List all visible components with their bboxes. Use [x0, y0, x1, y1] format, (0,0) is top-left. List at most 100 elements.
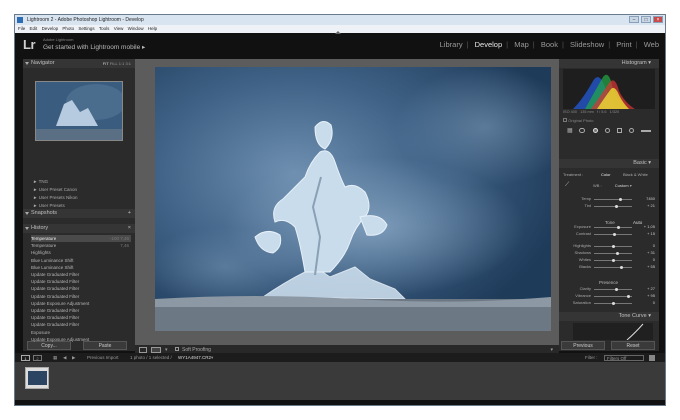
history-item[interactable]: Update Exposure Adjustment	[31, 300, 131, 307]
menu-window[interactable]: Window	[128, 26, 144, 31]
module-library[interactable]: Library	[440, 40, 463, 49]
white-balance-selector-icon[interactable]: ⟋	[565, 182, 569, 189]
grid-overlay-icon[interactable]: ▦	[567, 127, 573, 134]
preset-item[interactable]: ► User Presets	[33, 203, 65, 208]
menu-help[interactable]: Help	[148, 26, 157, 31]
auto-tone-button[interactable]: Auto	[633, 220, 642, 225]
preset-item[interactable]: ► User Preset Canon	[33, 187, 77, 192]
slider-value[interactable]: 0	[653, 300, 655, 305]
filter-dropdown[interactable]: Filters Off	[604, 355, 644, 361]
forward-arrow-icon[interactable]: ▶	[72, 353, 75, 362]
slider-value[interactable]: + 21	[647, 203, 655, 208]
spot-removal-icon[interactable]	[593, 128, 598, 133]
photo-preview[interactable]	[155, 67, 551, 331]
tone-curve-graph[interactable]	[573, 323, 653, 341]
history-item[interactable]: Blue Luminance Shift	[31, 264, 131, 271]
filmstrip-source[interactable]: Previous Import	[87, 353, 119, 362]
histogram-header[interactable]: Histogram ▾	[559, 59, 659, 68]
slider-track[interactable]	[594, 253, 632, 254]
slider-knob[interactable]	[615, 205, 619, 208]
module-print[interactable]: Print	[616, 40, 631, 49]
radial-filter-icon[interactable]	[629, 128, 634, 133]
history-item[interactable]: Temperature 7,46	[31, 242, 131, 249]
menu-develop[interactable]: Develop	[42, 26, 59, 31]
zoom-fill[interactable]: FILL	[110, 61, 118, 66]
slider-value[interactable]: + 95	[647, 293, 655, 298]
menu-tools[interactable]: Tools	[99, 26, 110, 31]
history-item[interactable]: Update Graduated Filter	[31, 321, 131, 328]
history-item[interactable]: Temperature -100 7,46	[31, 235, 131, 242]
history-item[interactable]: Update Graduated Filter	[31, 307, 131, 314]
slider-track[interactable]	[594, 289, 632, 290]
slider-knob[interactable]	[611, 245, 615, 248]
slider-value[interactable]: + 31	[647, 250, 655, 255]
menu-edit[interactable]: Edit	[30, 26, 38, 31]
slider-knob[interactable]	[615, 288, 619, 291]
maximize-button[interactable]: □	[641, 16, 651, 23]
window-1-button[interactable]: 1	[21, 355, 30, 361]
filter-lock-icon[interactable]	[649, 355, 655, 361]
zoom-1-1[interactable]: 1:1	[119, 61, 125, 66]
tone-curve-header[interactable]: Tone Curve ▾	[559, 312, 659, 321]
slider-value[interactable]: + 55	[647, 264, 655, 269]
window-2-button[interactable]: 2	[33, 355, 42, 361]
clear-history-button[interactable]: ×	[128, 224, 131, 233]
slider-value[interactable]: 0	[653, 257, 655, 262]
module-web[interactable]: Web	[644, 40, 659, 49]
navigator-header[interactable]: Navigator FIT FILL 1:1 3:1	[23, 59, 135, 68]
basic-header[interactable]: Basic ▾	[559, 159, 659, 168]
module-map[interactable]: Map	[514, 40, 529, 49]
history-item[interactable]: Update Graduated Filter	[31, 314, 131, 321]
slider-track[interactable]	[594, 267, 632, 268]
red-eye-icon[interactable]	[605, 128, 610, 133]
slider-knob[interactable]	[611, 302, 615, 305]
crop-tool-icon[interactable]	[579, 128, 585, 133]
slider-knob[interactable]	[613, 233, 617, 236]
menu-view[interactable]: View	[114, 26, 124, 31]
wb-dropdown[interactable]: Custom	[615, 183, 629, 188]
module-develop[interactable]: Develop	[475, 40, 503, 49]
treatment-color[interactable]: Color	[601, 172, 611, 177]
history-item[interactable]: Update Exposure Adjustment	[31, 336, 131, 343]
original-photo-toggle[interactable]: Original Photo	[563, 118, 593, 123]
grid-view-icon[interactable]: ▦	[53, 353, 57, 362]
menu-photo[interactable]: Photo	[62, 26, 74, 31]
zoom-3-1[interactable]: 3:1	[125, 61, 131, 66]
history-item[interactable]: Update Graduated Filter	[31, 278, 131, 285]
module-slideshow[interactable]: Slideshow	[570, 40, 604, 49]
history-item[interactable]: Update Graduated Filter	[31, 293, 131, 300]
menu-file[interactable]: File	[18, 26, 25, 31]
history-item[interactable]: Update Graduated Filter	[31, 285, 131, 292]
history-item[interactable]: Update Graduated Filter	[31, 271, 131, 278]
menu-settings[interactable]: Settings	[78, 26, 94, 31]
slider-value[interactable]: 7450	[646, 196, 655, 201]
snapshots-header[interactable]: Snapshots +	[23, 209, 135, 218]
lightroom-mobile-link[interactable]: Get started with Lightroom mobile ▸	[43, 43, 145, 51]
slider-value[interactable]: + 27	[647, 286, 655, 291]
slider-knob[interactable]	[619, 266, 623, 269]
slider-value[interactable]: + 1,05	[644, 224, 655, 229]
filmstrip-thumbnail[interactable]	[25, 367, 49, 389]
slider-value[interactable]: + 15	[647, 231, 655, 236]
previous-button[interactable]: Previous	[561, 341, 605, 350]
add-snapshot-button[interactable]: +	[128, 209, 131, 218]
navigator-preview[interactable]	[35, 81, 126, 141]
preset-item[interactable]: ► TNG	[33, 179, 48, 184]
adjustment-brush-icon[interactable]	[641, 130, 651, 132]
history-item[interactable]: Exposure	[31, 329, 131, 336]
treatment-bw[interactable]: Black & White	[623, 172, 648, 177]
graduated-filter-icon[interactable]	[617, 128, 622, 133]
slider-knob[interactable]	[626, 295, 630, 298]
module-book[interactable]: Book	[541, 40, 558, 49]
history-item[interactable]: Highlights	[31, 249, 131, 256]
zoom-fit[interactable]: FIT	[103, 61, 109, 66]
close-button[interactable]: ×	[653, 16, 663, 23]
slider-knob[interactable]	[616, 252, 620, 255]
slider-track[interactable]	[594, 199, 632, 200]
slider-knob[interactable]	[617, 226, 621, 229]
slider-track[interactable]	[594, 227, 632, 228]
filmstrip-filename[interactable]: WY1A4947.CR2	[178, 353, 211, 362]
slider-knob[interactable]	[619, 198, 623, 201]
slider-knob[interactable]	[611, 259, 615, 262]
history-header[interactable]: History ×	[23, 224, 135, 233]
